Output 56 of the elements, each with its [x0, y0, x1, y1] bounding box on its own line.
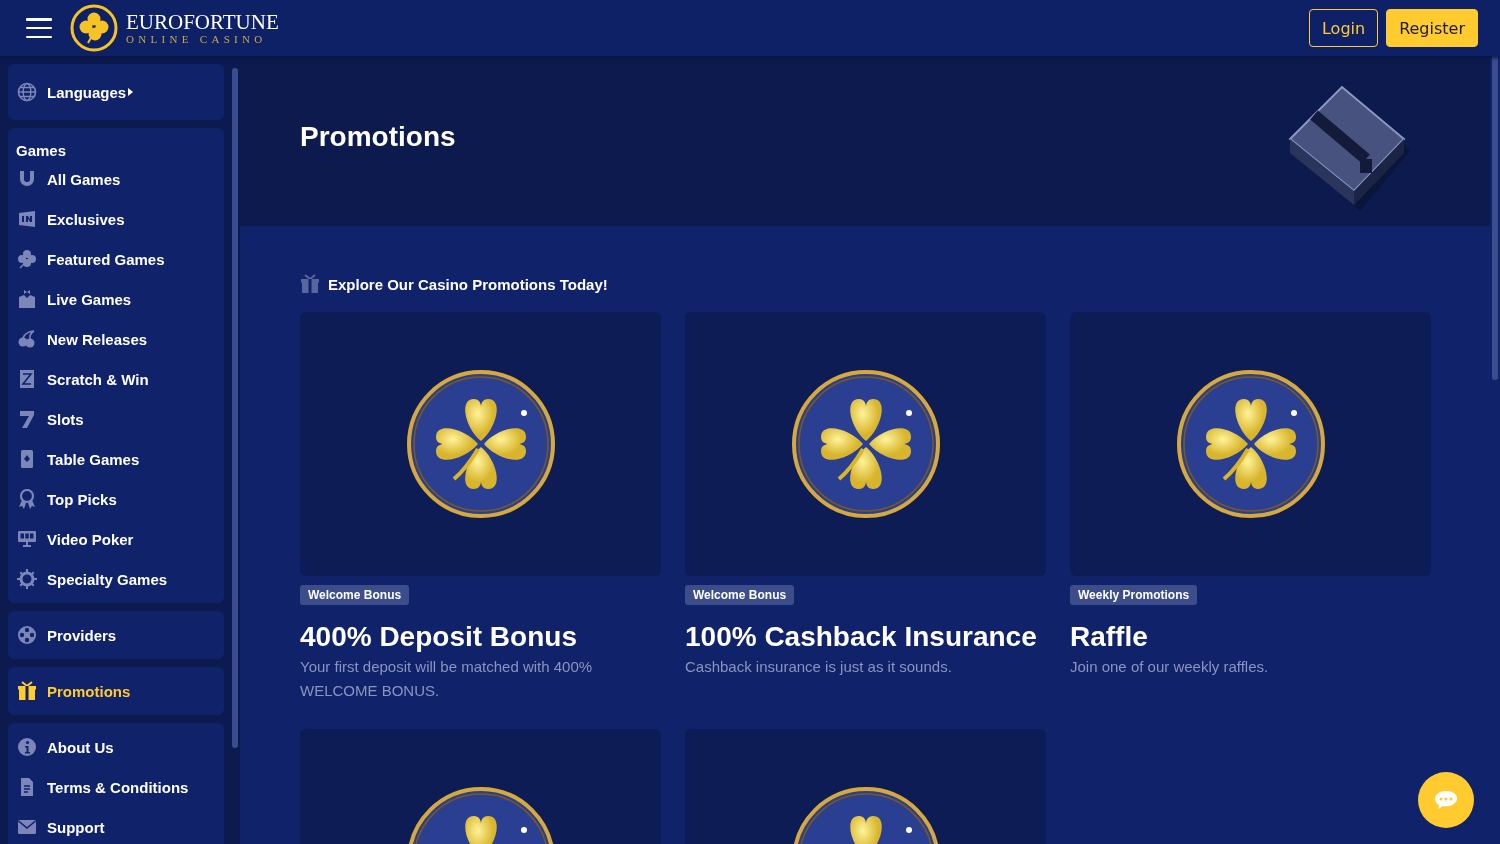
sidebar-item[interactable]: Exclusives — [8, 199, 224, 239]
cherries-icon — [17, 329, 37, 349]
promotion-description: Join one of our weekly raffles. — [1070, 657, 1270, 677]
promotion-title[interactable]: 400% Deposit Bonus — [300, 621, 661, 653]
promotion-image[interactable] — [685, 312, 1046, 576]
sidebar-item[interactable]: Top Picks — [8, 479, 224, 519]
promotion-image[interactable] — [300, 312, 661, 576]
page-title: Promotions — [300, 121, 456, 153]
category-tag: Welcome Bonus — [300, 585, 410, 605]
clover-icon — [17, 249, 37, 269]
envelope-icon — [17, 817, 37, 837]
globe-icon — [17, 82, 37, 102]
logo-title: EUROFORTUNE — [126, 11, 279, 33]
login-button[interactable]: Login — [1308, 9, 1379, 47]
promotion-title[interactable]: Raffle — [1070, 621, 1431, 653]
sidebar-item[interactable]: Support — [8, 807, 224, 844]
clover-logo-icon — [70, 4, 118, 52]
category-tag: Weekly Promotions — [1070, 585, 1198, 605]
reel-icon — [17, 625, 37, 645]
promotion-description: Your first deposit will be matched with 400% WELCOME BONUS. — [300, 657, 594, 701]
sidebar-item[interactable]: Featured Games — [8, 239, 224, 279]
sidebar-item[interactable]: New Releases — [8, 319, 224, 359]
sidebar-item[interactable]: Terms & Conditions — [8, 767, 224, 807]
menu-button[interactable] — [26, 18, 52, 38]
promotion-title[interactable]: 100% Cashback Insurance — [685, 621, 1046, 653]
ticket-icon — [17, 369, 37, 389]
chat-icon — [1434, 790, 1458, 810]
sidebar-item[interactable]: About Us — [8, 727, 224, 767]
label-icon — [17, 209, 37, 229]
register-button[interactable]: Register — [1386, 9, 1478, 47]
sidebar-item[interactable]: Specialty Games — [8, 559, 224, 599]
promotion-description: Cashback insurance is just as it sounds. — [685, 657, 953, 677]
gift-icon — [17, 681, 37, 701]
sidebar-item[interactable]: Live Games — [8, 279, 224, 319]
section-heading: Games — [15, 141, 68, 159]
section-title: Explore Our Casino Promotions Today! — [328, 275, 608, 293]
horseshoe-icon — [17, 169, 37, 189]
sidebar-item[interactable]: Promotions — [8, 671, 224, 711]
sidebar-item[interactable]: Slots — [8, 399, 224, 439]
promotion-image[interactable] — [1070, 312, 1431, 576]
ribbon-icon — [17, 489, 37, 509]
sidebar-item[interactable]: Languages — [8, 68, 224, 116]
category-tag: Welcome Bonus — [685, 585, 795, 605]
monitor-icon — [17, 529, 37, 549]
sidebar-item[interactable]: All Games — [8, 159, 224, 199]
logo-subtitle: ONLINE CASINO — [126, 33, 268, 45]
caret-icon — [128, 88, 134, 96]
info-icon — [17, 737, 37, 757]
sidebar-item[interactable]: Scratch & Win — [8, 359, 224, 399]
gear-icon — [17, 569, 37, 589]
sidebar-item[interactable]: Video Poker — [8, 519, 224, 559]
seven-icon — [17, 409, 37, 429]
sidebar-item[interactable]: Table Games — [8, 439, 224, 479]
scrollbar[interactable] — [1492, 56, 1498, 380]
sidebar-item[interactable]: Providers — [8, 615, 224, 655]
gift-icon — [300, 274, 320, 294]
